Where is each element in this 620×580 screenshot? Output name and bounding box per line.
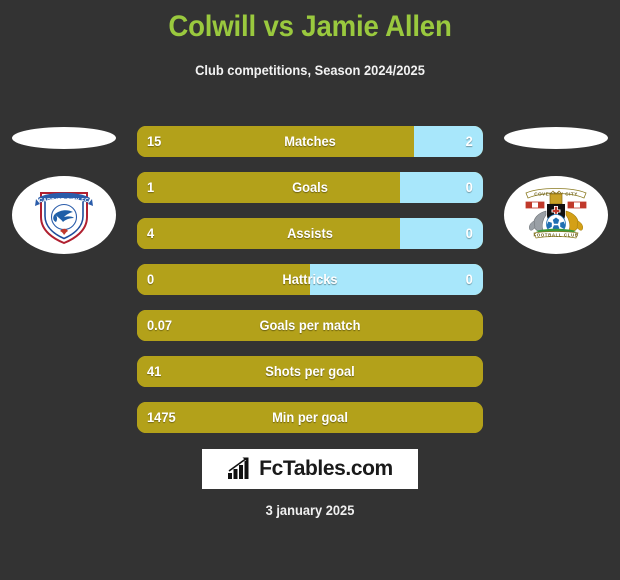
bar-chart-arrow-icon	[228, 457, 249, 479]
stat-row: 4 0 Assists	[137, 218, 483, 249]
home-decorative-ellipse	[12, 127, 116, 149]
stat-label: Matches	[284, 133, 336, 149]
home-team-badge: CARDIFF CITY FC	[12, 176, 116, 254]
stat-label: Hattricks	[282, 271, 338, 287]
stat-label: Goals	[292, 179, 328, 195]
stat-row: 1 0 Goals	[137, 172, 483, 203]
stat-row: 0 0 Hattricks	[137, 264, 483, 295]
page-title: Colwill vs Jamie Allen	[168, 10, 452, 43]
date-label: 3 january 2025	[265, 502, 355, 518]
page-subtitle: Club competitions, Season 2024/2025	[195, 62, 425, 78]
stats-list: 15 2 Matches 1 0 Goals 4 0 Assists 0 0 Hattricks 0.0…	[137, 126, 483, 448]
svg-text:FOOTBALL CLUB: FOOTBALL CLUB	[533, 233, 578, 238]
stat-row: 0.07 Goals per match	[137, 310, 483, 341]
stat-label: Assists	[287, 225, 333, 241]
fctables-logo[interactable]: FcTables.com	[202, 449, 418, 489]
stat-label: Shots per goal	[265, 363, 355, 379]
stat-row: 15 2 Matches	[137, 126, 483, 157]
away-decorative-ellipse	[504, 127, 608, 149]
stat-row: 41 Shots per goal	[137, 356, 483, 387]
svg-text:CARDIFF CITY FC: CARDIFF CITY FC	[39, 198, 89, 204]
stat-row: 1475 Min per goal	[137, 402, 483, 433]
away-team-badge: COVENTRY CITY FOOTBALL CLUB	[504, 176, 608, 254]
fctables-logo-text: FcTables.com	[259, 457, 393, 480]
stat-label: Min per goal	[272, 409, 348, 425]
player-comparison-card: Colwill vs Jamie Allen Club competitions…	[0, 0, 620, 580]
stat-label: Goals per match	[259, 317, 361, 333]
